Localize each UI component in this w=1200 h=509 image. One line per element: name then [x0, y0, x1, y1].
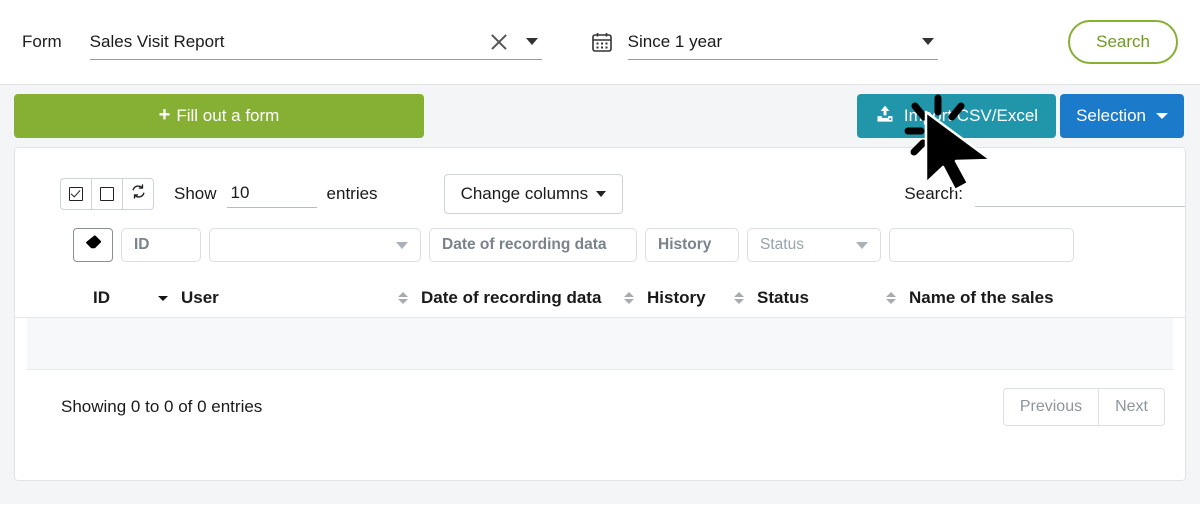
column-header-status[interactable]: Status	[757, 288, 909, 308]
column-header-date-of-recording-data[interactable]: Date of recording data	[421, 288, 647, 308]
sort-indicator-icon	[734, 290, 745, 306]
filter-status-value: Status	[760, 236, 804, 253]
upload-icon	[875, 104, 895, 129]
table-search-input[interactable]	[975, 181, 1185, 207]
table-footer: Showing 0 to 0 of 0 entries Previous Nex…	[15, 388, 1185, 426]
selection-button[interactable]: Selection	[1060, 94, 1184, 138]
calendar-icon	[590, 30, 614, 54]
fill-out-form-button[interactable]: + Fill out a form	[14, 94, 424, 138]
column-header-user[interactable]: User	[181, 288, 421, 308]
right-action-group: Import CSV/Excel Selection	[856, 94, 1184, 138]
table-empty-row	[27, 318, 1173, 370]
column-header-label: Name of the sales	[909, 287, 1054, 307]
showing-entries-text: Showing 0 to 0 of 0 entries	[61, 397, 263, 416]
plus-icon: +	[158, 104, 171, 126]
table-search-group: Search:	[904, 181, 1185, 207]
import-csv-excel-button[interactable]: Import CSV/Excel	[856, 94, 1057, 138]
refresh-button[interactable]	[122, 178, 154, 210]
filter-user-select[interactable]	[209, 228, 421, 262]
column-header-id[interactable]: ID	[73, 288, 181, 308]
next-page-button[interactable]: Next	[1098, 388, 1165, 426]
table-toolbar: Show entries Change columns Search:	[15, 148, 1185, 218]
table-header-row: ID User Date of recording data History S…	[15, 278, 1185, 318]
filter-date-input[interactable]	[429, 228, 637, 262]
previous-page-button[interactable]: Previous	[1002, 388, 1100, 426]
content-stage: Show entries Change columns Search:	[0, 147, 1200, 504]
change-columns-label: Change columns	[460, 184, 589, 203]
close-icon[interactable]	[488, 31, 510, 53]
filter-history-input[interactable]	[645, 228, 739, 262]
search-toolbar: Form Sales Visit Report Since 1 year Sea…	[0, 0, 1200, 85]
date-range-field[interactable]: Since 1 year	[627, 24, 938, 60]
selection-label: Selection	[1076, 106, 1146, 125]
clear-filters-button[interactable]	[73, 228, 113, 262]
search-button[interactable]: Search	[1068, 20, 1178, 64]
form-label: Form	[22, 32, 62, 51]
filter-id-input[interactable]	[121, 228, 201, 262]
change-columns-button[interactable]: Change columns	[443, 174, 624, 214]
chevron-down-icon	[856, 241, 868, 249]
chevron-down-icon[interactable]	[525, 38, 538, 45]
sort-indicator-descending-icon	[158, 290, 169, 306]
select-all-button[interactable]	[60, 178, 92, 210]
date-range-value: Since 1 year	[627, 31, 723, 51]
checkbox-checked-icon	[69, 187, 83, 201]
table-search-label: Search:	[904, 184, 963, 203]
chevron-down-icon	[596, 191, 607, 197]
sort-indicator-icon	[886, 290, 897, 306]
chevron-down-icon	[396, 241, 408, 249]
form-select-field[interactable]: Sales Visit Report	[89, 24, 542, 60]
chevron-down-icon	[1156, 113, 1168, 119]
import-csv-excel-label: Import CSV/Excel	[903, 106, 1039, 125]
column-filter-row: Status	[15, 228, 1185, 262]
column-header-label: Status	[757, 287, 809, 307]
form-select-value: Sales Visit Report	[89, 31, 225, 51]
fill-out-form-label: Fill out a form	[176, 106, 280, 125]
column-header-label: Date of recording data	[421, 287, 602, 307]
entries-label: entries	[326, 184, 378, 203]
eraser-icon	[84, 233, 103, 257]
sort-indicator-icon	[398, 290, 409, 306]
filter-status-select[interactable]: Status	[747, 228, 881, 262]
refresh-icon	[130, 183, 147, 205]
checkbox-empty-icon	[100, 187, 114, 201]
show-entries-input[interactable]	[226, 180, 317, 208]
column-header-label: ID	[93, 287, 110, 307]
column-header-label: History	[647, 287, 706, 307]
selection-button-group	[60, 178, 154, 210]
pagination: Previous Next	[1002, 388, 1165, 426]
sort-indicator-icon	[624, 290, 635, 306]
column-header-label: User	[181, 287, 219, 307]
chevron-down-icon[interactable]	[921, 38, 934, 45]
column-header-history[interactable]: History	[647, 288, 757, 308]
deselect-all-button[interactable]	[91, 178, 123, 210]
filter-name-input[interactable]	[889, 228, 1074, 262]
show-entries-label: Show	[174, 184, 217, 203]
data-table-card: Show entries Change columns Search:	[14, 147, 1186, 481]
action-toolbar: + Fill out a form Import CSV/Excel Selec…	[0, 85, 1200, 147]
column-header-name-of-the-sales[interactable]: Name of the sales	[909, 288, 1109, 308]
